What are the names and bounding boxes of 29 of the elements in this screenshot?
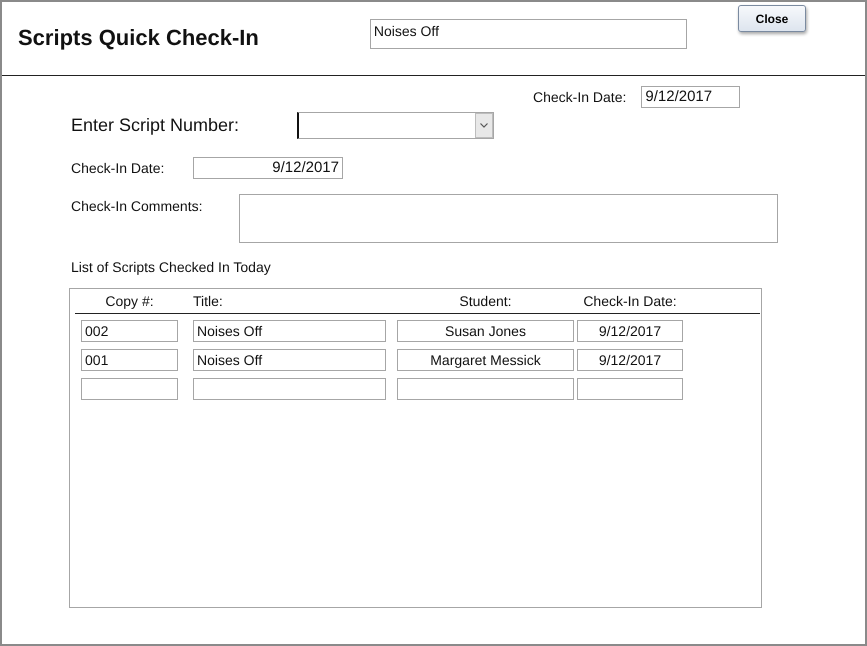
column-header: Student: [458,292,513,310]
empty-cell[interactable] [193,378,386,400]
form-title: Scripts Quick Check-In [18,24,259,52]
table-cell: 002 [81,320,178,342]
date-label: Check-In Date: [71,158,166,178]
column-header: Copy #: [104,292,155,311]
table-cell: 001 [81,349,178,371]
table-cell: Noises Off [193,320,386,342]
empty-cell[interactable] [577,378,683,400]
empty-cell[interactable] [397,378,574,400]
comments-field[interactable] [239,194,778,243]
table-cell: 9/12/2017 [577,349,683,371]
column-header: Title: [193,292,224,310]
date-field[interactable]: 9/12/2017 [641,86,740,108]
table-cell: Noises Off [193,349,386,371]
list-title: List of Scripts Checked In Today [71,258,271,277]
table-cell: 9/12/2017 [577,320,683,342]
caret-icon [480,123,488,128]
empty-cell[interactable] [81,378,178,400]
table-cell: Margaret Messick [397,349,574,371]
script-number-dropdown[interactable] [297,112,494,139]
column-header: Check-In Date: [582,292,678,310]
table-cell: Susan Jones [397,320,574,342]
show-title-field[interactable]: Noises Off [370,19,687,49]
date-field[interactable]: 9/12/2017 [193,157,343,179]
comments-label: Check-In Comments: [71,197,204,216]
script-number-label: Enter Script Number: [71,114,240,137]
close-button[interactable]: Close [738,5,806,32]
date-label: Check-In Date: [533,88,626,106]
